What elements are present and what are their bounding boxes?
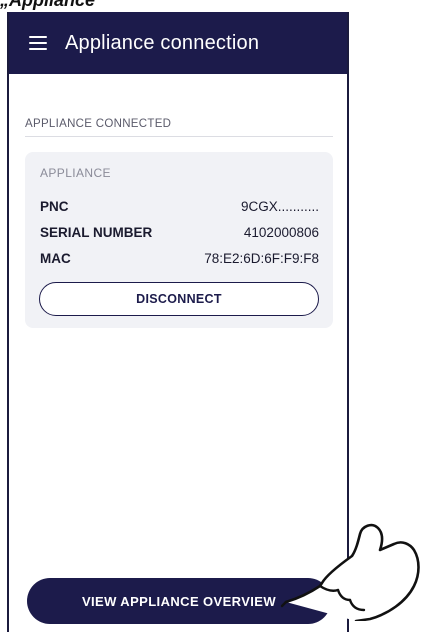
section-label: APPLIANCE CONNECTED — [25, 118, 172, 130]
info-value: 9CGX........... — [240, 198, 319, 214]
disconnect-button[interactable]: DISCONNECT — [39, 282, 319, 316]
page-title: Appliance connection — [65, 31, 260, 54]
info-row-mac: MAC 78:E2:6D:6F:F9:F8 — [40, 248, 319, 268]
info-key: MAC — [40, 250, 71, 266]
info-key: PNC — [40, 198, 69, 214]
info-row-serial-number: SERIAL NUMBER 4102000806 — [40, 222, 319, 242]
info-value: 4102000806 — [243, 224, 319, 240]
info-row-pnc: PNC 9CGX........... — [40, 196, 319, 216]
app-bar: Appliance connection — [9, 12, 347, 74]
appliance-card: APPLIANCE PNC 9CGX........... SERIAL NUM… — [25, 152, 333, 328]
card-title: APPLIANCE — [40, 166, 111, 180]
pointing-hand-icon — [280, 523, 420, 621]
caption: „Appliance“ — [0, 0, 105, 10]
info-key: SERIAL NUMBER — [40, 224, 153, 240]
info-value: 78:E2:6D:6F:F9:F8 — [204, 250, 319, 266]
divider — [25, 136, 333, 137]
hamburger-menu-icon[interactable] — [29, 36, 47, 50]
